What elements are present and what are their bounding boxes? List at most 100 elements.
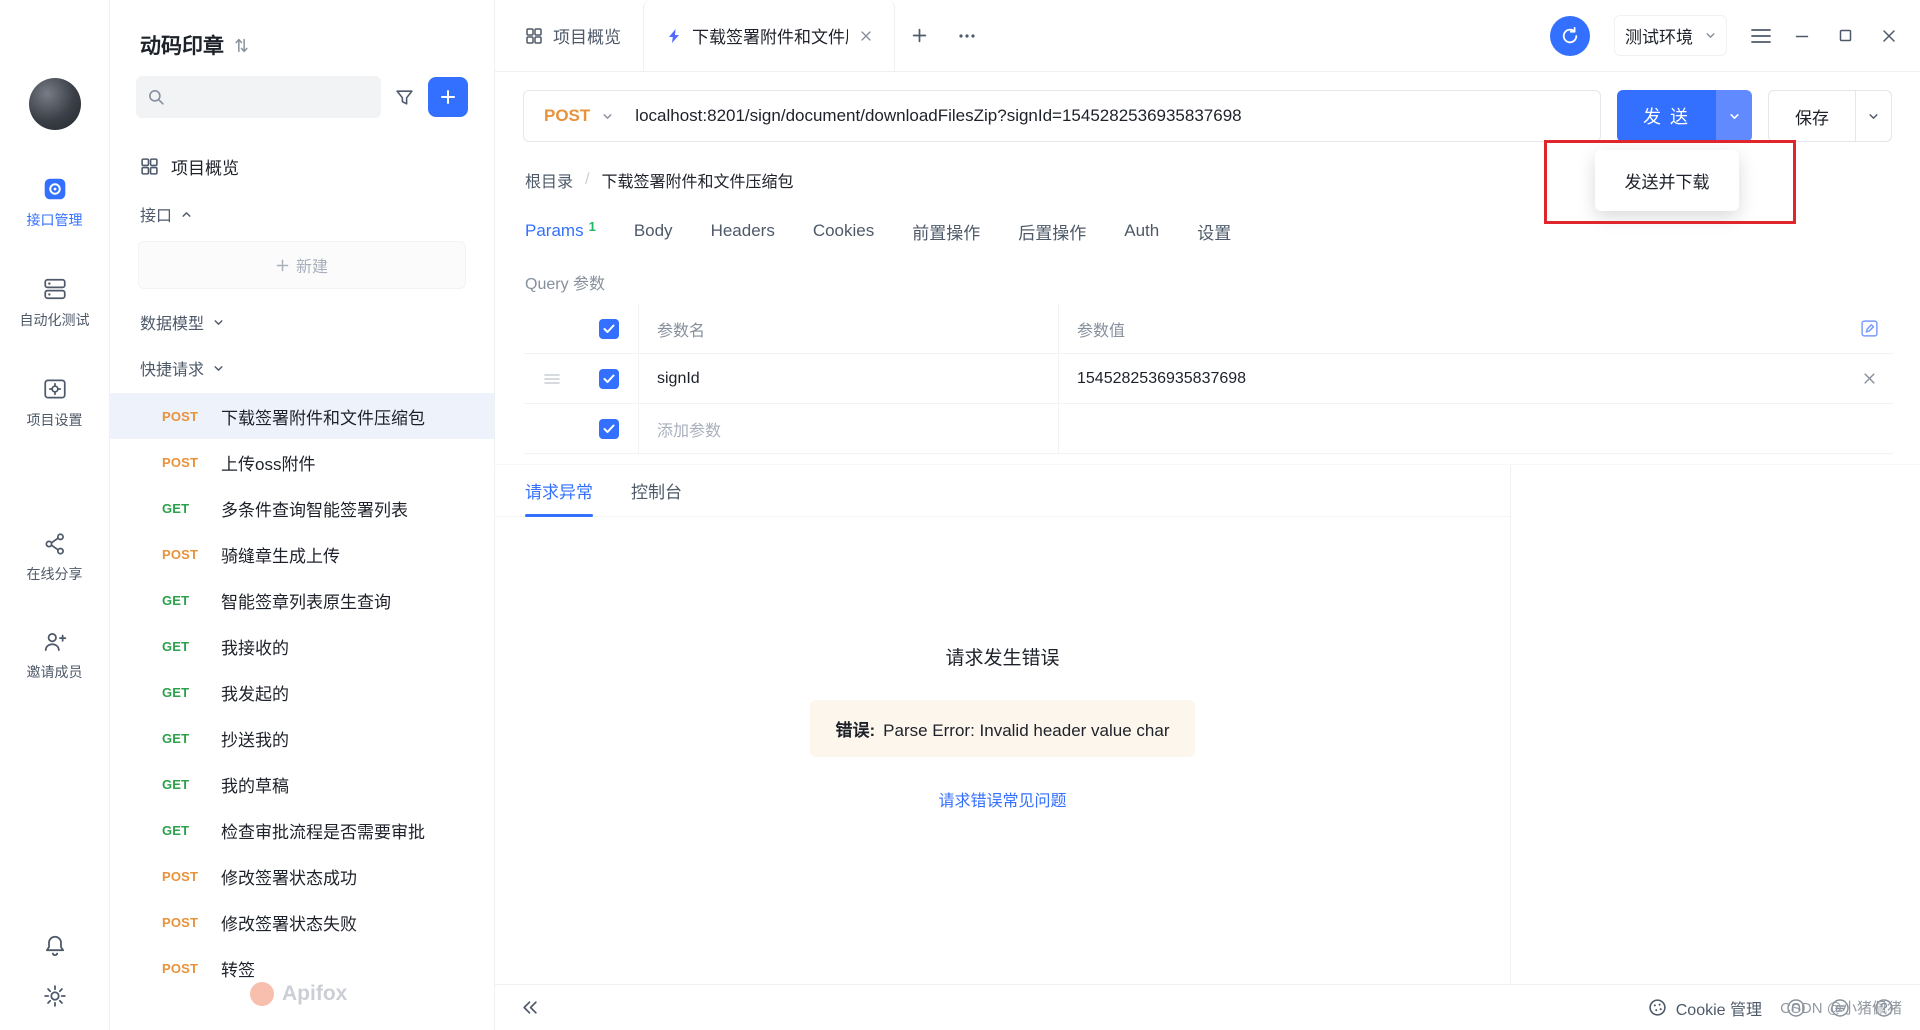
save-button[interactable]: 保存 <box>1768 90 1892 142</box>
request-list-item[interactable]: GET 抄送我的 <box>110 715 494 761</box>
breadcrumb-root[interactable]: 根目录 <box>525 168 573 192</box>
cookie-manager-button[interactable]: Cookie 管理 <box>1648 996 1762 1020</box>
save-dropdown-icon[interactable] <box>1855 91 1891 141</box>
close-tab-icon[interactable] <box>860 30 872 42</box>
request-list-item[interactable]: GET 多条件查询智能签署列表 <box>110 485 494 531</box>
error-message-box: 错误: Parse Error: Invalid header value cha… <box>809 699 1196 757</box>
tab-headers[interactable]: Headers <box>711 221 775 241</box>
filter-icon[interactable] <box>395 88 414 107</box>
batch-edit-icon[interactable] <box>1860 319 1879 338</box>
rail-item-invite-member[interactable]: 邀请成员 <box>27 630 83 682</box>
tab-console[interactable]: 控制台 <box>631 465 682 516</box>
help-icon[interactable] <box>1874 998 1894 1018</box>
send-button[interactable]: 发 送 <box>1616 90 1752 142</box>
send-dropdown-menu: 发送并下载 <box>1595 150 1739 211</box>
rail-item-project-settings[interactable]: 项目设置 <box>27 376 83 430</box>
tab-body[interactable]: Body <box>634 221 673 241</box>
delete-row-icon[interactable] <box>1863 372 1876 385</box>
collapse-sidebar-icon[interactable] <box>521 1000 538 1015</box>
keyboard-shortcuts-icon[interactable] <box>1830 998 1850 1018</box>
notification-bell-icon[interactable] <box>43 934 67 958</box>
add-param-input[interactable]: 添加参数 <box>638 404 1058 453</box>
tab-project-overview[interactable]: 项目概览 <box>503 0 643 71</box>
tab-post-ops[interactable]: 后置操作 <box>1018 219 1086 244</box>
more-tabs-icon[interactable] <box>943 0 991 71</box>
request-list-item[interactable]: GET 我的草稿 <box>110 761 494 807</box>
rail-item-label: 在线分享 <box>26 566 83 582</box>
search-input[interactable] <box>136 76 381 118</box>
tab-params[interactable]: Params 1 <box>525 219 596 241</box>
menu-item-send-and-download[interactable]: 发送并下载 <box>1595 160 1739 201</box>
section-api[interactable]: 接口 <box>110 191 494 237</box>
status-bar: Cookie 管理 CSDN @小猪佩猪 <box>495 984 1920 1030</box>
tab-label: Cookies <box>812 221 875 240</box>
add-param-value-input[interactable] <box>1058 404 1845 453</box>
sync-refresh-icon[interactable] <box>1550 15 1590 56</box>
invite-member-icon <box>43 630 67 654</box>
request-name: 智能签章列表原生查询 <box>221 592 391 612</box>
close-window-icon[interactable] <box>1882 29 1896 43</box>
request-list-item[interactable]: GET 我发起的 <box>110 669 494 715</box>
tab-label: 前置操作 <box>912 223 981 243</box>
new-request-button[interactable]: 新建 <box>138 241 466 289</box>
checkbox-checked[interactable] <box>599 368 619 389</box>
request-list-item[interactable]: POST 修改签署状态失败 <box>110 899 494 945</box>
tab-pre-ops[interactable]: 前置操作 <box>912 219 980 244</box>
checkbox-checked[interactable] <box>599 418 619 439</box>
chevron-down-icon <box>1705 30 1716 41</box>
section-quick-requests[interactable]: 快捷请求 <box>110 345 494 391</box>
share-icon <box>43 532 67 556</box>
param-name-input[interactable]: signId <box>638 354 1058 403</box>
new-tab-icon[interactable] <box>895 0 943 71</box>
request-list-item[interactable]: GET 检查审批流程是否需要审批 <box>110 807 494 853</box>
tab-label: Headers <box>710 221 775 240</box>
request-list-item[interactable]: POST 下载签署附件和文件压缩包 <box>110 393 494 439</box>
tab-request-error[interactable]: 请求异常 <box>525 465 593 517</box>
tab-active-request[interactable]: 下载签署附件和文件压缩包 <box>643 0 895 71</box>
error-message: Parse Error: Invalid header value char <box>883 720 1170 740</box>
hamburger-menu-icon[interactable] <box>1751 28 1771 44</box>
avatar[interactable] <box>28 78 81 130</box>
rail-item-auto-test[interactable]: 自动化测试 <box>20 276 90 330</box>
request-list-item[interactable]: POST 上传oss附件 <box>110 439 494 485</box>
method-tag: POST <box>162 546 199 562</box>
tab-cookies[interactable]: Cookies <box>813 221 874 241</box>
maximize-window-icon[interactable] <box>1839 29 1852 42</box>
method-tag: GET <box>162 684 190 700</box>
request-list-item[interactable]: GET 我接收的 <box>110 623 494 669</box>
tab-settings[interactable]: 设置 <box>1197 219 1231 244</box>
settings-gear-icon[interactable] <box>43 984 67 1008</box>
breadcrumb-separator: / <box>585 171 590 188</box>
method-select[interactable]: POST <box>524 91 635 141</box>
request-list-item[interactable]: POST 骑缝章生成上传 <box>110 531 494 577</box>
rail-item-api-management[interactable]: 接口管理 <box>27 176 83 230</box>
request-name: 下载签署附件和文件压缩包 <box>221 408 425 428</box>
param-value-input[interactable]: 1545282536935837698 <box>1058 354 1845 403</box>
support-icon[interactable] <box>1786 998 1806 1018</box>
overview-label: 项目概览 <box>171 159 239 178</box>
response-body: 请求发生错误 错误: Parse Error: Invalid header va… <box>495 517 1510 984</box>
environment-select[interactable]: 测试环境 <box>1614 15 1727 56</box>
request-list-item[interactable]: POST 修改签署状态成功 <box>110 853 494 899</box>
minimize-window-icon[interactable] <box>1795 29 1809 43</box>
send-button-label[interactable]: 发 送 <box>1616 90 1716 142</box>
error-label: 错误: <box>835 720 876 740</box>
status-right-group: Cookie 管理 <box>1648 996 1894 1020</box>
section-data-models[interactable]: 数据模型 <box>110 299 494 345</box>
send-dropdown-icon[interactable] <box>1716 90 1752 142</box>
tab-auth[interactable]: Auth <box>1124 221 1159 241</box>
method-tag: GET <box>162 730 190 746</box>
sidebar-item-overview[interactable]: 项目概览 <box>110 142 494 191</box>
checkbox-checked[interactable] <box>599 318 619 339</box>
url-input[interactable]: localhost:8201/sign/document/downloadFil… <box>635 106 1600 126</box>
request-list-item[interactable]: POST 转签 <box>110 945 494 991</box>
drag-handle-icon[interactable] <box>524 354 580 403</box>
add-new-button[interactable] <box>428 77 468 117</box>
request-list-item[interactable]: GET 智能签章列表原生查询 <box>110 577 494 623</box>
response-pane: 请求异常 控制台 请求发生错误 错误: Parse Error: Invalid … <box>495 465 1510 984</box>
project-switch-icon[interactable] <box>234 37 249 54</box>
rail-item-online-share[interactable]: 在线分享 <box>27 532 83 584</box>
error-faq-link[interactable]: 请求错误常见问题 <box>938 787 1066 811</box>
save-button-label[interactable]: 保存 <box>1769 91 1855 141</box>
select-all-checkbox[interactable] <box>580 304 638 353</box>
